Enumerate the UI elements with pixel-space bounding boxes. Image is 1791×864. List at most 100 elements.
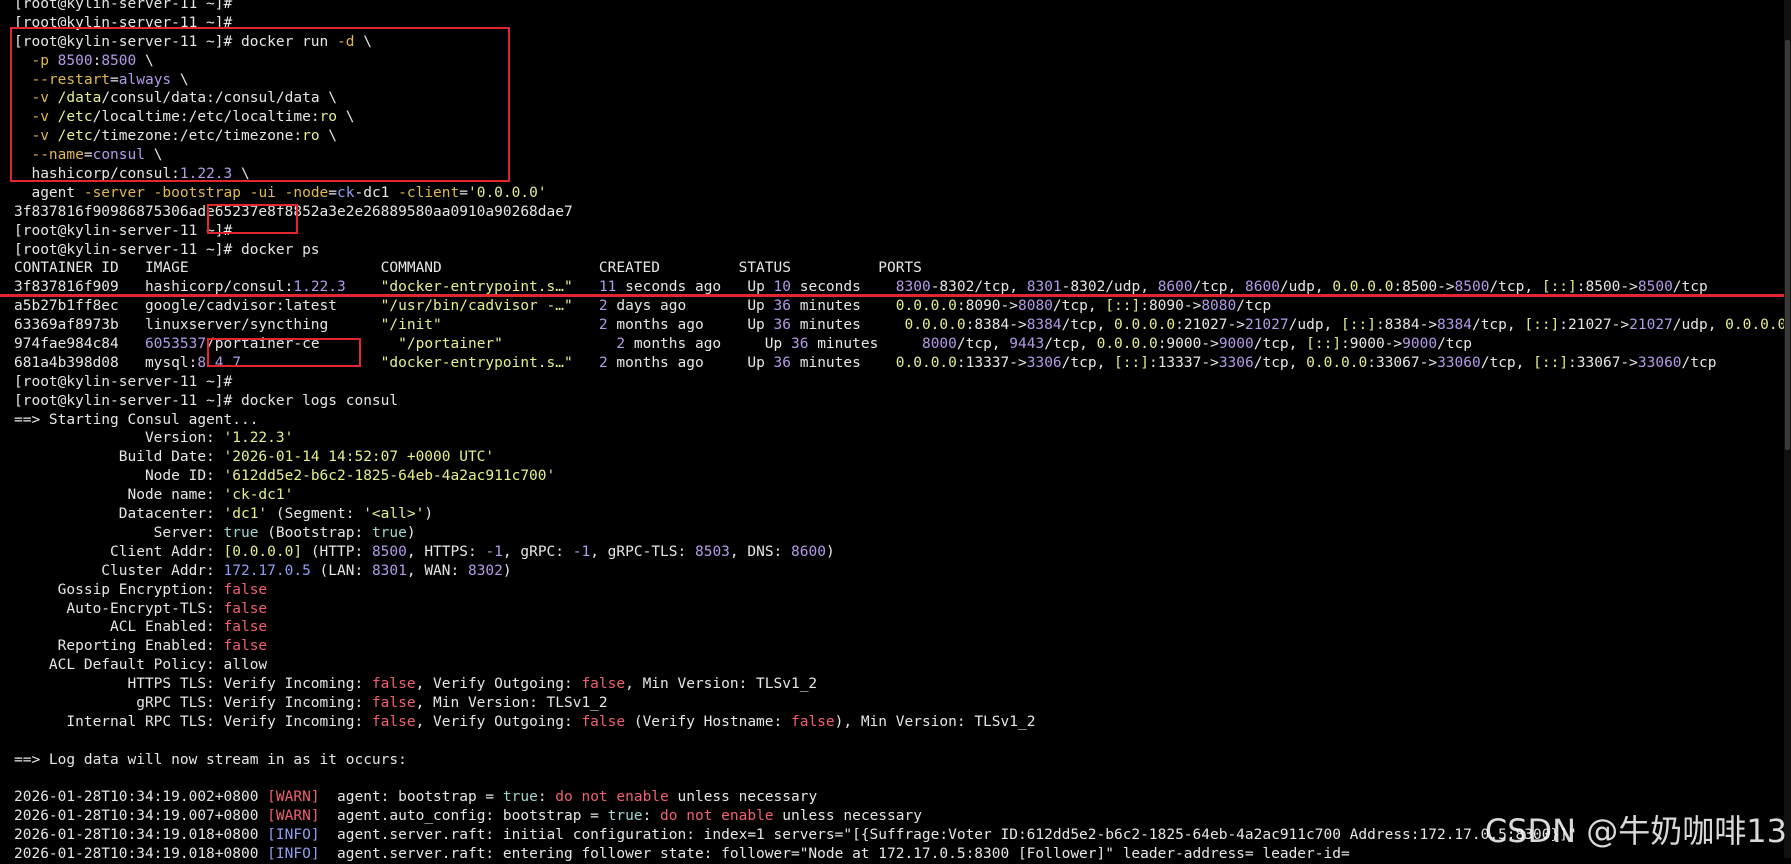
terminal-text: -server -bootstrap -ui -node: [83, 184, 329, 201]
terminal-text: [INFO]: [267, 846, 320, 863]
terminal-text: , gRPC-TLS:: [590, 543, 695, 560]
terminal-text: \: [354, 33, 372, 50]
terminal-text: 6053537: [144, 336, 207, 353]
terminal-text: 0.0.0.0: [904, 317, 966, 334]
terminal-text: [::]: [1341, 317, 1376, 334]
terminal-text: :21027->: [1175, 317, 1245, 334]
terminal-text: /tcp,: [1471, 317, 1525, 334]
terminal-text: -p: [31, 52, 49, 69]
terminal-text: -v: [31, 128, 49, 145]
terminal-text: "/portainer": [398, 336, 503, 353]
terminal-text: consul: [92, 147, 145, 164]
terminal-text: 8500: [101, 52, 137, 69]
terminal-text: false: [581, 713, 626, 730]
terminal-text: :8500->: [1393, 279, 1455, 296]
terminal-line: ==> Log data will now stream in as it oc…: [14, 751, 1777, 770]
terminal-text: 8301: [371, 562, 407, 579]
terminal-text: gRPC TLS: Verify Incoming:: [14, 694, 372, 711]
terminal-text: HTTPS TLS: Verify Incoming:: [14, 676, 372, 693]
terminal-text: ACL Default Policy: allow: [14, 657, 268, 674]
scrollbar-thumb[interactable]: [1785, 40, 1790, 450]
terminal-text: /tcp: [1236, 298, 1272, 315]
terminal-text: /tcp,: [1052, 298, 1106, 315]
terminal-text: [::]: [1524, 317, 1560, 334]
terminal-text: 9000: [1218, 336, 1254, 353]
terminal-line: Auto-Encrypt-TLS: false: [14, 600, 1777, 619]
terminal-text: hashicorp/consul:: [14, 166, 180, 183]
terminal-text: 0.0.0.0: [1725, 317, 1787, 334]
terminal-text: 1.22.3: [179, 166, 233, 183]
terminal-line: Reporting Enabled: false: [14, 637, 1777, 656]
terminal-text: minutes: [808, 336, 922, 353]
terminal-text: -client: [398, 184, 460, 201]
terminal-line: Version: '1.22.3': [14, 429, 1777, 448]
terminal-line: HTTPS TLS: Verify Incoming: false, Verif…: [14, 675, 1777, 694]
terminal-text: seconds ago Up: [616, 279, 774, 296]
terminal-text: 10: [773, 279, 792, 296]
terminal-text: [WARN]: [267, 808, 320, 825]
terminal-text: , gRPC:: [502, 543, 573, 560]
terminal-line: [root@kylin-server-11 ~]# docker logs co…: [14, 392, 1777, 411]
terminal-text: 9443: [1009, 336, 1045, 353]
terminal-text: 'dc1': [223, 506, 268, 523]
terminal-text: false: [223, 638, 268, 655]
terminal-text: :: [642, 808, 661, 825]
terminal-text: 'ck-dc1': [223, 487, 294, 504]
terminal-text: /tcp: [1672, 279, 1708, 296]
terminal-text: false: [223, 619, 268, 636]
terminal-line: Server: true (Bootstrap: true): [14, 524, 1777, 543]
terminal-text: "/usr/bin/cadvisor -…": [380, 298, 573, 315]
terminal-line: -p 8500:8500 \: [14, 52, 1777, 71]
terminal-text: :8090->: [956, 298, 1018, 315]
terminal-text: a5b27b1ff8ec google/cadvisor:latest: [14, 298, 381, 315]
terminal-text: 33060: [1637, 354, 1682, 371]
terminal-text: /data: [57, 90, 102, 107]
terminal-text: 3306: [1026, 354, 1062, 371]
terminal-text: [INFO]: [267, 827, 320, 844]
terminal-text: Version:: [14, 430, 224, 447]
terminal-line: --name=consul \: [14, 146, 1777, 165]
terminal-text: :13337->: [1148, 354, 1219, 371]
scrollbar[interactable]: [1784, 0, 1791, 858]
terminal-text: 9000: [1402, 336, 1438, 353]
terminal-text: unless necessary: [668, 789, 818, 806]
terminal-text: /tcp,: [1061, 317, 1115, 334]
terminal-text: false: [223, 600, 268, 617]
terminal-text: -v: [31, 90, 49, 107]
terminal-text: agent.server.raft: initial configuration…: [319, 827, 1577, 844]
terminal-text: 2: [616, 336, 626, 353]
terminal-text: Gossip Encryption:: [14, 581, 224, 598]
terminal-text: always: [118, 71, 172, 88]
terminal-line: [root@kylin-server-11 ~]#: [14, 222, 1777, 241]
terminal-text: ro: [302, 128, 320, 145]
terminal-text: true: [371, 524, 407, 541]
terminal-text: 21027: [1629, 317, 1673, 334]
terminal-text: 2026-01-28T10:34:19.002+0800: [14, 789, 268, 806]
terminal-text: false: [790, 713, 835, 730]
terminal-text: 36: [773, 298, 791, 315]
terminal-text: , Verify Outgoing:: [415, 676, 582, 693]
terminal-text: , WAN:: [406, 562, 468, 579]
terminal-output[interactable]: [root@kylin-server-11 ~]# [root@kylin-ser…: [14, 0, 1791, 864]
terminal-text: 8000: [921, 336, 957, 353]
terminal-text: , Verify Outgoing:: [415, 713, 582, 730]
terminal-line: Internal RPC TLS: Verify Incoming: false…: [14, 713, 1777, 732]
terminal-text: [root@kylin-server-11 ~]#: [14, 14, 233, 31]
terminal-text: '612dd5e2-b6c2-1825-64eb-4a2ac911c700': [223, 468, 556, 485]
terminal-line: -v /data/consul/data:/consul/data \: [14, 89, 1777, 108]
terminal-text: :8384->: [965, 317, 1027, 334]
terminal-text: ): [502, 562, 512, 579]
terminal-line: --restart=always \: [14, 71, 1777, 90]
terminal-text: 11: [598, 279, 617, 296]
terminal-text: /udp,: [1279, 279, 1333, 296]
terminal-text: ACL Enabled:: [14, 619, 224, 636]
terminal-text: [root@kylin-server-11 ~]# docker run: [14, 33, 338, 50]
terminal-line: 3f837816f90986875306ade65237e8f8852a3e2e…: [14, 203, 1777, 222]
